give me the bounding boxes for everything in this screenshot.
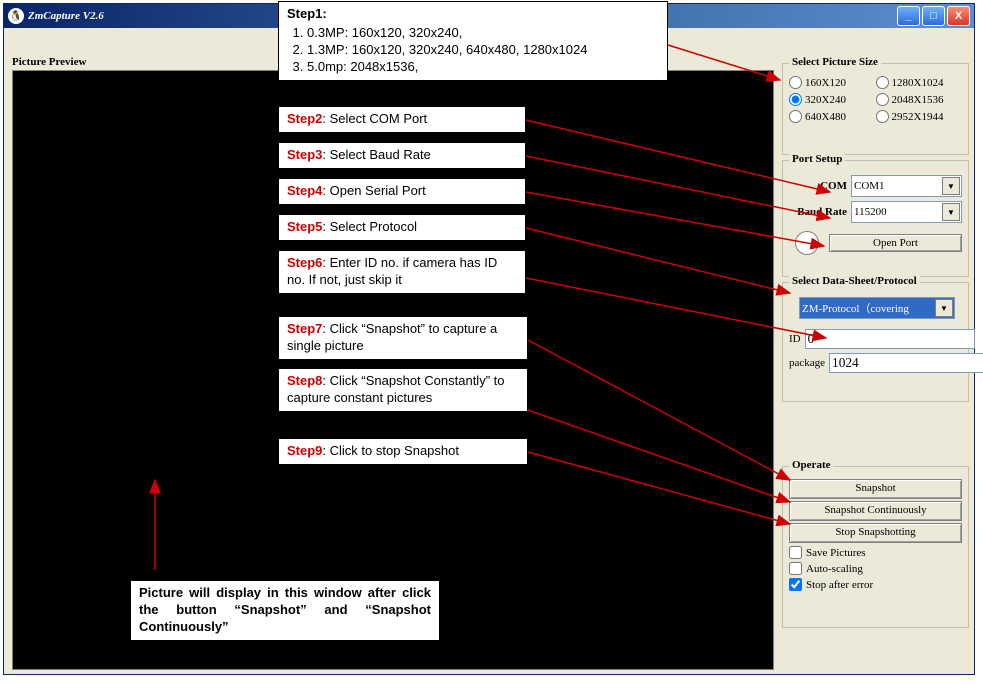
baud-select[interactable]: 115200 ▼ [851,201,962,223]
package-label: package [789,357,825,369]
id-label: ID [789,333,801,345]
step4-callout: Step4: Open Serial Port [278,178,526,205]
port-status-icon [795,231,819,255]
snapshot-button[interactable]: Snapshot [789,479,962,499]
stop-snapshot-button[interactable]: Stop Snapshotting [789,523,962,543]
protocol-panel: Select Data-Sheet/Protocol ZM-Protocol（c… [782,282,969,402]
com-label: COM [789,180,847,192]
auto-scaling-checkbox[interactable]: Auto-scaling [789,562,962,575]
stop-after-error-checkbox[interactable]: Stop after error [789,578,962,591]
port-setup-legend: Port Setup [789,153,845,165]
protocol-select[interactable]: ZM-Protocol（covering ▼ [799,297,955,319]
operate-legend: Operate [789,459,833,471]
step9-callout: Step9: Click to stop Snapshot [278,438,528,465]
size-radio-640X480[interactable]: 640X480 [789,110,876,123]
id-input[interactable] [805,329,975,349]
save-pictures-checkbox[interactable]: Save Pictures [789,546,962,559]
size-radio-320X240[interactable]: 320X240 [789,93,876,106]
port-setup-panel: Port Setup COM COM1 ▼ Baud Rate 115200 ▼ [782,160,969,277]
package-input[interactable] [829,353,983,373]
size-radio-1280X1024[interactable]: 1280X1024 [876,76,963,89]
size-radio-2952X1944[interactable]: 2952X1944 [876,110,963,123]
step5-callout: Step5: Select Protocol [278,214,526,241]
protocol-legend: Select Data-Sheet/Protocol [789,275,920,287]
minimize-button[interactable]: _ [897,6,920,26]
maximize-button[interactable]: □ [922,6,945,26]
baud-label: Baud Rate [789,206,847,218]
snapshot-continuously-button[interactable]: Snapshot Continuously [789,501,962,521]
picture-size-legend: Select Picture Size [789,56,881,68]
com-select[interactable]: COM1 ▼ [851,175,962,197]
chevron-down-icon: ▼ [942,177,960,195]
chevron-down-icon: ▼ [935,299,953,317]
close-button[interactable]: X [947,6,970,26]
step1-callout: Step1: 0.3MP: 160x120, 320x240,1.3MP: 16… [278,1,668,81]
step3-callout: Step3: Select Baud Rate [278,142,526,169]
operate-panel: Operate Snapshot Snapshot Continuously S… [782,466,969,628]
picture-size-panel: Select Picture Size 160X1201280X1024320X… [782,63,969,155]
step8-callout: Step8: Click “Snapshot Constantly” to ca… [278,368,528,412]
step6-callout: Step6: Enter ID no. if camera has ID no.… [278,250,526,294]
step2-callout: Step2: Select COM Port [278,106,526,133]
app-icon: 🐧 [8,8,24,24]
preview-note-callout: Picture will display in this window afte… [130,580,440,641]
size-radio-160X120[interactable]: 160X120 [789,76,876,89]
step7-callout: Step7: Click “Snapshot” to capture a sin… [278,316,528,360]
chevron-down-icon: ▼ [942,203,960,221]
size-radio-2048X1536[interactable]: 2048X1536 [876,93,963,106]
preview-label: Picture Preview [12,56,86,68]
open-port-button[interactable]: Open Port [829,234,962,252]
